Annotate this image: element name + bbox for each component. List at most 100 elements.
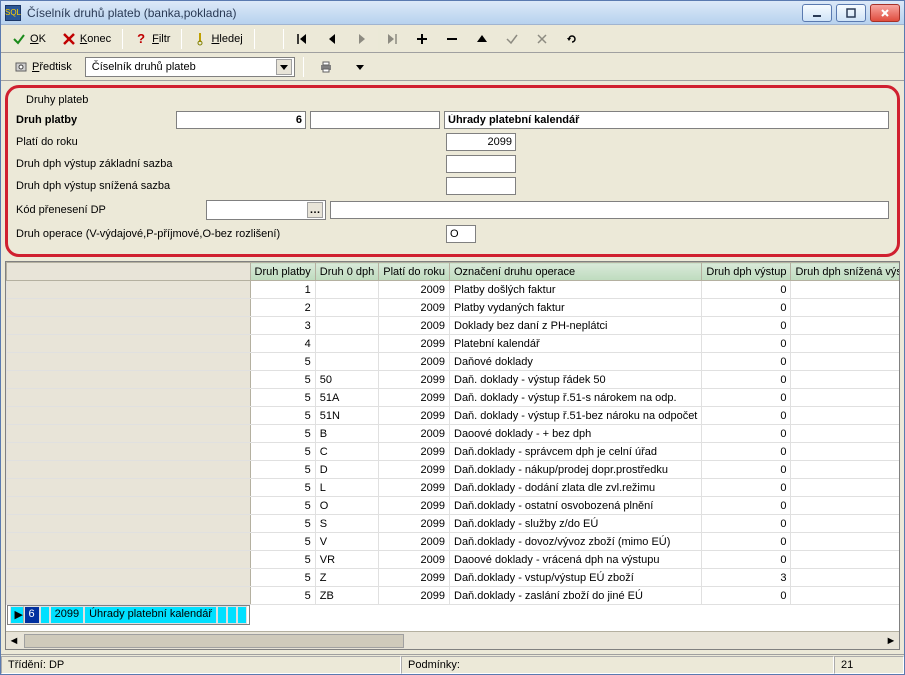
col-marker[interactable] (7, 263, 251, 281)
cell-dph-vystup[interactable]: 3 (702, 569, 791, 587)
cell-druh-0-dph[interactable]: 51N (315, 407, 378, 425)
druh-platby-desc-input[interactable] (444, 111, 889, 129)
table-row[interactable]: 5Z2099Daň.doklady - vstup/výstup EÚ zbož… (7, 569, 900, 587)
col-dph-snizena[interactable]: Druh dph snížená výstup (791, 263, 899, 281)
cell-dph-snizena[interactable] (791, 317, 899, 335)
col-plati-do-roku[interactable]: Platí do roku (379, 263, 450, 281)
cell-oznaceni[interactable]: Daň.doklady - správcem dph je celní úřad (450, 443, 702, 461)
cell-dph-vystup[interactable]: 0 (702, 353, 791, 371)
cell-plati-do-roku[interactable]: 2009 (379, 317, 450, 335)
cell-druh-platby[interactable]: 3 (250, 317, 315, 335)
kod-preneseni-combo[interactable]: … (206, 200, 326, 220)
plati-do-roku-input[interactable] (446, 133, 516, 151)
cell-plati-do-roku[interactable]: 2099 (379, 443, 450, 461)
cell-dph-snizena[interactable] (791, 299, 899, 317)
nav-last-button[interactable] (378, 28, 406, 50)
table-row[interactable]: 5V2009Daň.doklady - dovoz/vývoz zboží (m… (7, 533, 900, 551)
cell-plati-do-roku[interactable]: 2009 (379, 281, 450, 299)
cell-druh-0-dph[interactable] (315, 317, 378, 335)
cell-druh-platby[interactable]: 2 (250, 299, 315, 317)
cell-druh-platby[interactable]: 5 (250, 407, 315, 425)
cell-druh-platby[interactable]: 6 (24, 606, 40, 624)
cell-plati-do-roku[interactable]: 2099 (379, 569, 450, 587)
print-button[interactable] (312, 56, 340, 78)
cell-dph-vystup[interactable] (217, 606, 227, 624)
cell-oznaceni[interactable]: Doklady bez daní z PH-neplátci (450, 317, 702, 335)
cell-plati-do-roku[interactable]: 2099 (50, 606, 84, 624)
ok-button[interactable]: OOKK (5, 28, 53, 50)
nav-next-button[interactable] (348, 28, 376, 50)
cell-druh-0-dph[interactable]: B (315, 425, 378, 443)
table-row[interactable]: ▶62099Úhrady platební kalendář (7, 605, 251, 625)
cell-druh-0-dph[interactable]: C (315, 443, 378, 461)
cell-dph-vystup[interactable]: 0 (702, 317, 791, 335)
cell-plati-do-roku[interactable]: 2099 (379, 515, 450, 533)
refresh-button[interactable] (558, 28, 586, 50)
table-row[interactable]: 42099Platební kalendář0 (7, 335, 900, 353)
cell-plati-do-roku[interactable]: 2009 (379, 533, 450, 551)
cell-dph-vystup[interactable]: 0 (702, 371, 791, 389)
horizontal-scrollbar[interactable]: ◄ ► (6, 631, 899, 649)
cell-oznaceni[interactable]: Daň.doklady - zaslání zboží do jiné EÚ (450, 587, 702, 605)
cell-druh-0-dph[interactable]: 50 (315, 371, 378, 389)
cell-druh-platby[interactable]: 1 (250, 281, 315, 299)
col-dph-vystup[interactable]: Druh dph výstup (702, 263, 791, 281)
cell-oznaceni[interactable]: Daň. doklady - výstup ř.51-s nárokem na … (450, 389, 702, 407)
dph-zakladni-input[interactable] (446, 155, 516, 173)
cell-plati-do-roku[interactable]: 2009 (379, 299, 450, 317)
cell-plati-do-roku[interactable]: 2099 (379, 479, 450, 497)
cell-dph-snizena[interactable] (791, 443, 899, 461)
cell-oznaceni[interactable]: Daňové doklady (450, 353, 702, 371)
cell-dph-vystup[interactable]: 0 (702, 479, 791, 497)
cell-dph-vystup[interactable]: 0 (702, 551, 791, 569)
edit-button[interactable] (498, 28, 526, 50)
cell-oznaceni[interactable]: Daoové doklady - vrácená dph na výstupu (450, 551, 702, 569)
minimize-button[interactable] (802, 4, 832, 22)
table-row[interactable]: 5502099Daň. doklady - výstup řádek 500 (7, 371, 900, 389)
cell-druh-platby[interactable]: 5 (250, 587, 315, 605)
cell-dph-snizena[interactable] (791, 353, 899, 371)
cell-dph-vystup[interactable]: 0 (702, 407, 791, 425)
druh-platby-sub-input[interactable] (310, 111, 440, 129)
cell-plati-do-roku[interactable]: 2099 (379, 407, 450, 425)
kod-preneseni-desc-input[interactable] (330, 201, 889, 219)
print-dropdown[interactable] (346, 56, 374, 78)
close-button[interactable] (870, 4, 900, 22)
predtisk-combo[interactable]: Číselník druhů plateb (85, 57, 295, 77)
cell-oznaceni[interactable]: Platby došlých faktur (450, 281, 702, 299)
cell-dph-snizena[interactable] (791, 479, 899, 497)
cell-dph-snizena[interactable] (791, 371, 899, 389)
table-row[interactable]: 5ZB2099Daň.doklady - zaslání zboží do ji… (7, 587, 900, 605)
cell-plati-do-roku[interactable]: 2099 (379, 371, 450, 389)
table-row[interactable]: 5O2099Daň.doklady - ostatní osvobozená p… (7, 497, 900, 515)
cell-druh-platby[interactable]: 5 (250, 425, 315, 443)
table-row[interactable]: 3 2009Doklady bez daní z PH-neplátci0 (7, 317, 900, 335)
cell-dph-vystup[interactable]: 0 (702, 461, 791, 479)
dph-snizena-input[interactable] (446, 177, 516, 195)
druh-operace-input[interactable] (446, 225, 476, 243)
cell-druh-platby[interactable]: 5 (250, 497, 315, 515)
cell-druh-platby[interactable]: 5 (250, 443, 315, 461)
table-row[interactable]: 12009Platby došlých faktur0 (7, 281, 900, 299)
table-row[interactable]: 551A2099Daň. doklady - výstup ř.51-s nár… (7, 389, 900, 407)
cell-oznaceni[interactable]: Úhrady platební kalendář (84, 606, 217, 624)
nav-prev-button[interactable] (318, 28, 346, 50)
table-row[interactable]: 551N2099Daň. doklady - výstup ř.51-bez n… (7, 407, 900, 425)
cell-dph-snizena[interactable] (791, 497, 899, 515)
cell-dph-snizena[interactable] (791, 335, 899, 353)
cell-druh-0-dph[interactable] (315, 281, 378, 299)
cell-dph-snizena[interactable] (791, 425, 899, 443)
table-row[interactable]: 22009Platby vydaných faktur0 (7, 299, 900, 317)
cell-druh-0-dph[interactable]: VR (315, 551, 378, 569)
cell-oznaceni[interactable]: Daoové doklady - + bez dph (450, 425, 702, 443)
table-row[interactable]: 52009Daňové doklady0 (7, 353, 900, 371)
cell-dph-snizena[interactable] (791, 587, 899, 605)
cell-dph-snizena[interactable] (791, 281, 899, 299)
data-grid[interactable]: Druh platby Druh 0 dph Platí do roku Ozn… (6, 262, 899, 625)
cell-druh-platby[interactable]: 5 (250, 389, 315, 407)
table-row[interactable]: 5D2099Daň.doklady - nákup/prodej dopr.pr… (7, 461, 900, 479)
cell-dph-snizena[interactable] (791, 389, 899, 407)
cell-druh-0-dph[interactable] (40, 606, 50, 624)
hledej-button[interactable]: Hledej (186, 28, 249, 50)
nav-first-button[interactable] (288, 28, 316, 50)
